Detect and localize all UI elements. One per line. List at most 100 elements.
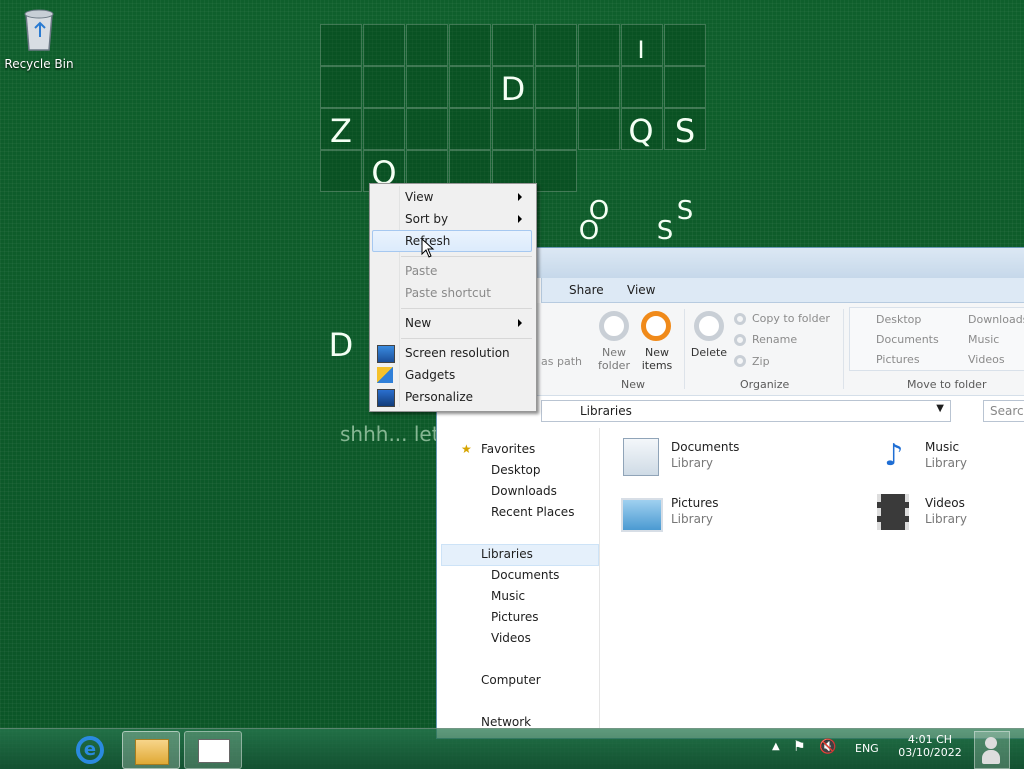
documents-icon — [623, 438, 659, 476]
grid-cell — [664, 24, 706, 66]
delete-icon — [694, 311, 724, 341]
delete-button[interactable]: Delete — [687, 346, 731, 359]
show-hidden-icons-icon[interactable]: ▲ — [772, 741, 780, 752]
move-videos[interactable]: Videos — [968, 353, 1005, 366]
search-placeholder: Search — [990, 404, 1024, 418]
menu-label: Paste shortcut — [405, 286, 491, 300]
menu-item-personalize[interactable]: Personalize — [372, 386, 532, 408]
grid-letter: Z — [330, 112, 352, 150]
move-music[interactable]: Music — [968, 333, 999, 346]
nav-lib-videos[interactable]: Videos — [491, 631, 531, 645]
menu-item-screen-resolution[interactable]: Screen resolution — [372, 342, 532, 364]
menu-item-view[interactable]: View — [372, 186, 532, 208]
new-items-button[interactable]: New items — [633, 346, 681, 372]
pictures-icon — [621, 498, 663, 532]
grid-letter: O — [578, 216, 600, 246]
copy-to-folder-button[interactable]: Copy to folder — [752, 312, 830, 325]
library-sub: Library — [671, 456, 713, 470]
context-menu: View Sort by Refresh Paste Paste shortcu… — [369, 183, 537, 412]
personalize-icon — [377, 389, 395, 407]
nav-lib-music[interactable]: Music — [491, 589, 525, 603]
recycle-bin-icon[interactable]: Recycle Bin — [4, 6, 74, 71]
internet-explorer-button[interactable]: e — [62, 731, 118, 767]
nav-network[interactable]: Network — [481, 715, 531, 729]
grid-letter: S — [674, 112, 696, 150]
chevron-down-icon[interactable]: ▼ — [936, 403, 944, 414]
grid-cell — [535, 150, 577, 192]
clock[interactable]: 4:01 CH 03/10/2022 — [890, 733, 970, 767]
library-documents[interactable]: Documents Library — [617, 436, 817, 480]
move-downloads[interactable]: Downloads — [968, 313, 1024, 326]
music-note-icon: ♪ — [884, 438, 904, 473]
nav-favorites[interactable]: Favorites — [481, 442, 535, 456]
grid-cell — [406, 66, 448, 108]
rename-icon — [734, 334, 746, 346]
nav-libraries[interactable]: Libraries — [481, 547, 533, 561]
move-desktop[interactable]: Desktop — [876, 313, 921, 326]
nav-desktop[interactable]: Desktop — [491, 463, 541, 477]
new-group-label: New — [621, 378, 645, 391]
zip-icon — [734, 355, 746, 367]
new-folder-icon — [599, 311, 629, 341]
star-icon: ★ — [461, 442, 472, 456]
submenu-arrow-icon — [518, 319, 522, 327]
menu-item-refresh[interactable]: Refresh — [372, 230, 532, 252]
file-explorer-button[interactable] — [122, 731, 180, 769]
grid-cell — [578, 108, 620, 150]
nav-downloads[interactable]: Downloads — [491, 484, 557, 498]
menu-item-paste-shortcut[interactable]: Paste shortcut — [372, 282, 532, 304]
task-app-button[interactable] — [184, 731, 242, 769]
move-group-label: Move to folder — [907, 378, 987, 391]
grid-letter: Q — [628, 112, 654, 150]
library-pictures[interactable]: Pictures Library — [617, 492, 817, 536]
search-input[interactable]: Search — [983, 400, 1024, 422]
move-to-gallery[interactable]: Desktop Documents Pictures Downloads Mus… — [849, 307, 1024, 371]
ie-icon: e — [76, 736, 104, 764]
grid-cell — [535, 108, 577, 150]
list-app-icon — [198, 739, 230, 763]
grid-cell — [578, 24, 620, 66]
grid-letter: D — [500, 70, 526, 108]
clock-time: 4:01 CH — [907, 733, 953, 746]
nav-lib-documents[interactable]: Documents — [491, 568, 559, 582]
hint-text: shhh... let — [340, 422, 440, 446]
library-sub: Library — [925, 456, 967, 470]
new-items-icon — [641, 311, 671, 341]
library-videos[interactable]: Videos Library — [871, 492, 1024, 536]
grid-letter: D — [328, 326, 354, 364]
menu-label: Personalize — [405, 390, 474, 404]
copy-path-button[interactable]: as path — [541, 355, 582, 368]
grid-cell — [320, 150, 362, 192]
grid-cell — [363, 108, 405, 150]
address-text: Libraries — [580, 404, 632, 418]
tab-view[interactable]: View — [627, 283, 655, 297]
grid-cell — [578, 66, 620, 108]
user-avatar[interactable] — [974, 731, 1010, 769]
tab-share[interactable]: Share — [569, 283, 604, 297]
nav-recent-places[interactable]: Recent Places — [491, 505, 574, 519]
grid-letter: S — [656, 216, 674, 246]
library-music[interactable]: ♪ Music Library — [871, 436, 1024, 480]
move-documents[interactable]: Documents — [876, 333, 939, 346]
zip-button[interactable]: Zip — [752, 355, 770, 368]
monitor-icon — [377, 345, 395, 363]
film-icon — [877, 494, 909, 530]
address-bar[interactable]: Libraries ▼ — [541, 400, 951, 422]
menu-item-new[interactable]: New — [372, 312, 532, 334]
menu-item-gadgets[interactable]: Gadgets — [372, 364, 532, 386]
grid-cell — [621, 66, 663, 108]
grid-cell — [449, 66, 491, 108]
action-center-flag-icon[interactable]: ⚑ — [793, 739, 806, 755]
move-pictures[interactable]: Pictures — [876, 353, 920, 366]
grid-cell — [320, 24, 362, 66]
rename-button[interactable]: Rename — [752, 333, 797, 346]
menu-label: View — [405, 190, 434, 204]
menu-item-paste[interactable]: Paste — [372, 260, 532, 282]
menu-item-sort-by[interactable]: Sort by — [372, 208, 532, 230]
nav-computer[interactable]: Computer — [481, 673, 541, 687]
volume-muted-icon[interactable]: 🔇 — [819, 739, 836, 755]
nav-lib-pictures[interactable]: Pictures — [491, 610, 539, 624]
new-folder-button[interactable]: New folder — [589, 346, 639, 372]
grid-cell — [449, 108, 491, 150]
language-indicator[interactable]: ENG — [855, 742, 879, 755]
